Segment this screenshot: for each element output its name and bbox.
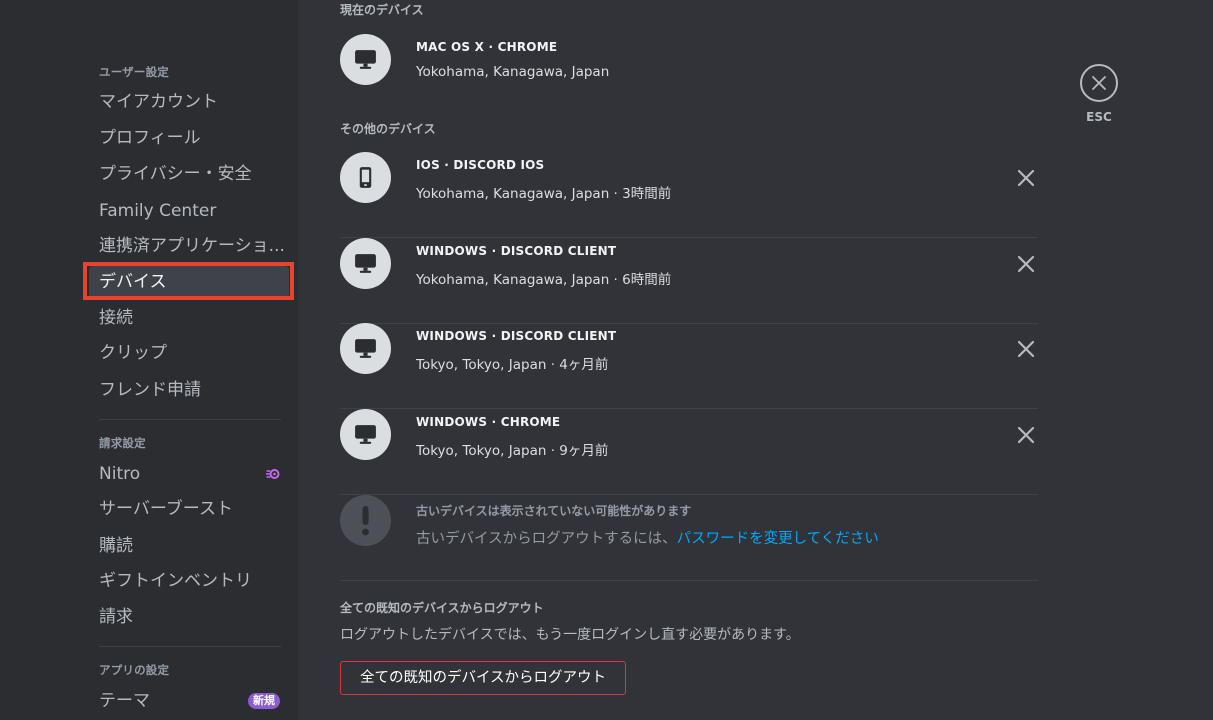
device-name: IOS · DISCORD IOS bbox=[416, 158, 545, 172]
sidebar-item-server-boost[interactable]: サーバーブースト bbox=[89, 493, 289, 525]
device-row: WINDOWS · DISCORD CLIENT Yokohama, Kanag… bbox=[340, 238, 1038, 324]
sidebar-item-my-account[interactable]: マイアカウント bbox=[89, 86, 289, 118]
close-icon bbox=[1092, 76, 1106, 90]
other-devices-header: その他のデバイス bbox=[340, 122, 436, 136]
new-badge: 新規 bbox=[248, 693, 280, 709]
close-icon[interactable] bbox=[1016, 339, 1036, 359]
sidebar-item-family-center[interactable]: Family Center bbox=[89, 195, 289, 227]
close-icon[interactable] bbox=[1016, 425, 1036, 445]
desktop-icon bbox=[340, 34, 391, 85]
device-location: Tokyo, Tokyo, Japan · 4ヶ月前 bbox=[416, 357, 609, 373]
nitro-icon bbox=[266, 469, 280, 479]
close-icon[interactable] bbox=[1016, 168, 1036, 188]
sidebar-item-privacy-safety[interactable]: プライバシー・安全 bbox=[89, 158, 289, 190]
old-devices-notice: 古いデバイスは表示されていない可能性があります 古いデバイスからログアウトするに… bbox=[340, 495, 1038, 581]
device-name: WINDOWS · CHROME bbox=[416, 415, 561, 429]
esc-close: ESC bbox=[1080, 64, 1118, 124]
desktop-icon bbox=[340, 409, 391, 460]
current-device-header: 現在のデバイス bbox=[340, 3, 424, 17]
device-location: Yokohama, Kanagawa, Japan · 3時間前 bbox=[416, 186, 672, 202]
sidebar-item-devices[interactable]: デバイス bbox=[89, 266, 289, 298]
device-row: IOS · DISCORD IOS Yokohama, Kanagawa, Ja… bbox=[340, 152, 1038, 238]
sidebar-item-theme[interactable]: テーマ 新規 bbox=[89, 685, 289, 717]
device-row: WINDOWS · DISCORD CLIENT Tokyo, Tokyo, J… bbox=[340, 323, 1038, 409]
sidebar-item-clips[interactable]: クリップ bbox=[89, 337, 289, 369]
device-location: Yokohama, Kanagawa, Japan bbox=[416, 64, 610, 80]
sidebar-item-gift-inventory[interactable]: ギフトインベントリ bbox=[89, 565, 289, 597]
logout-all-header: 全ての既知のデバイスからログアウト bbox=[340, 601, 544, 615]
logout-all-description: ログアウトしたデバイスでは、もう一度ログインし直す必要があります。 bbox=[340, 627, 800, 643]
notice-text: 古いデバイスからログアウトするには、 bbox=[416, 531, 677, 547]
device-location: Yokohama, Kanagawa, Japan · 6時間前 bbox=[416, 272, 672, 288]
notice-body: 古いデバイスからログアウトするには、パスワードを変更してください bbox=[416, 527, 879, 548]
device-location: Tokyo, Tokyo, Japan · 9ヶ月前 bbox=[416, 443, 609, 459]
close-settings-button[interactable] bbox=[1080, 64, 1118, 102]
current-device-row: MAC OS X · CHROME Yokohama, Kanagawa, Ja… bbox=[340, 34, 1038, 120]
sidebar-item-nitro[interactable]: Nitro bbox=[89, 458, 289, 490]
sidebar-item-label: Nitro bbox=[99, 464, 141, 484]
logout-all-button[interactable]: 全ての既知のデバイスからログアウト bbox=[340, 661, 626, 695]
device-name: WINDOWS · DISCORD CLIENT bbox=[416, 329, 617, 343]
device-name: WINDOWS · DISCORD CLIENT bbox=[416, 244, 617, 258]
sidebar-item-subscriptions[interactable]: 購読 bbox=[89, 530, 289, 562]
sidebar-item-connections[interactable]: 接続 bbox=[89, 302, 289, 334]
user-settings-header: ユーザー設定 bbox=[99, 65, 169, 79]
sidebar-item-authorized-apps[interactable]: 連携済アプリケーショ... bbox=[89, 230, 289, 262]
sidebar-item-profile[interactable]: プロフィール bbox=[89, 122, 289, 154]
sidebar-item-friend-requests[interactable]: フレンド申請 bbox=[89, 374, 289, 406]
desktop-icon bbox=[340, 323, 391, 374]
desktop-icon bbox=[340, 238, 391, 289]
exclamation-icon bbox=[340, 495, 391, 546]
notice-title: 古いデバイスは表示されていない可能性があります bbox=[416, 504, 692, 518]
close-icon[interactable] bbox=[1016, 254, 1036, 274]
device-name: MAC OS X · CHROME bbox=[416, 40, 558, 54]
esc-label: ESC bbox=[1086, 110, 1112, 124]
device-row: WINDOWS · CHROME Tokyo, Tokyo, Japan · 9… bbox=[340, 409, 1038, 495]
sidebar-item-label: テーマ bbox=[99, 691, 150, 711]
change-password-link[interactable]: パスワードを変更してください bbox=[677, 531, 879, 547]
settings-sidebar: ユーザー設定 マイアカウント プロフィール プライバシー・安全 Family C… bbox=[0, 0, 298, 720]
app-settings-header: アプリの設定 bbox=[99, 663, 170, 677]
billing-settings-header: 請求設定 bbox=[99, 436, 146, 450]
sidebar-item-billing[interactable]: 請求 bbox=[89, 601, 289, 633]
sidebar-divider bbox=[99, 419, 281, 420]
mobile-icon bbox=[340, 152, 391, 203]
sidebar-divider bbox=[99, 646, 281, 647]
